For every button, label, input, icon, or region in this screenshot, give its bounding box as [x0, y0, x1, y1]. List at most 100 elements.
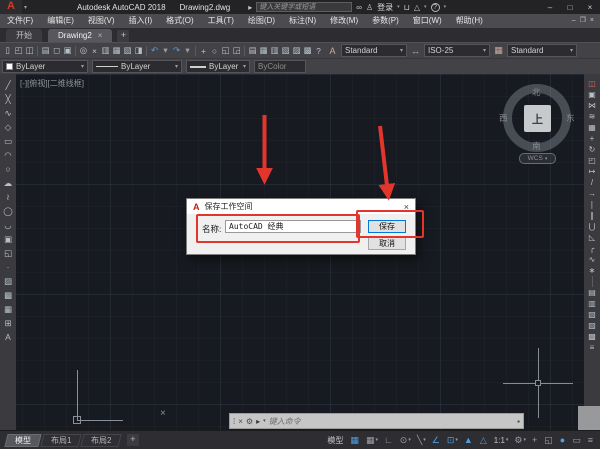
menu-item[interactable]: 视图(V)	[81, 14, 122, 28]
redo-icon[interactable]: ↷	[171, 45, 182, 57]
help-search-input[interactable]	[256, 2, 352, 12]
stretch-icon[interactable]: ↦	[587, 166, 598, 177]
object-snap-icon[interactable]: ⊡ ▾	[445, 434, 460, 447]
separator[interactable]	[244, 46, 245, 56]
viewcube-south-label[interactable]: 南	[532, 140, 541, 152]
model-space-toggle[interactable]: 模型	[325, 434, 346, 447]
break-at-point-icon[interactable]: ∣	[587, 199, 598, 210]
send-under-icon[interactable]: ▨	[587, 320, 598, 331]
new-tab-button[interactable]: +	[117, 30, 129, 42]
model-space-canvas[interactable]: [-][俯视][二维线框] ╱╳∿◇▭◠○☁≀◯◡▣◱∙▨▩▦⊞A ◫▣⋈≋▦+…	[0, 74, 600, 430]
viewport-controls-label[interactable]: [-][俯视][二维线框]	[20, 78, 84, 89]
offset-icon[interactable]: ≋	[587, 111, 598, 122]
circle-icon[interactable]: ○	[3, 162, 14, 176]
dim-style-combo[interactable]: ISO-25▾	[424, 44, 490, 57]
tab-layout1[interactable]: 布局1	[40, 434, 82, 447]
signin-caret[interactable]: ▾	[397, 4, 400, 10]
erase-icon[interactable]: ◫	[587, 78, 598, 89]
etransmit-icon[interactable]: ◎	[78, 45, 89, 57]
revision-cloud-icon[interactable]: ☁	[3, 176, 14, 190]
bring-to-front-icon[interactable]: ▤	[587, 287, 598, 298]
table-style-icon[interactable]: ▦	[492, 45, 505, 56]
zoom-previous-icon[interactable]: ◲	[231, 45, 242, 57]
viewcube-west-label[interactable]: 西	[499, 112, 508, 124]
menu-item[interactable]: 绘图(D)	[241, 14, 282, 28]
break-icon[interactable]: ∥	[587, 210, 598, 221]
search-expand-icon[interactable]: ▸	[248, 3, 252, 12]
hatch-icon[interactable]: ▨	[3, 274, 14, 288]
insert-block-icon[interactable]: ▣	[3, 232, 14, 246]
file-open-icon[interactable]: ◰	[13, 45, 24, 57]
viewcube-wcs-button[interactable]: WCS▾	[519, 153, 556, 164]
viewcube-top-face[interactable]: 上	[524, 105, 551, 132]
annotation-visibility-icon[interactable]: ▲	[462, 434, 476, 447]
gradient-icon[interactable]: ▩	[3, 288, 14, 302]
publish-icon[interactable]: ▣	[62, 45, 73, 57]
command-close-icon[interactable]: ×	[238, 417, 243, 426]
isolate-objects-icon[interactable]: ◱	[542, 434, 556, 447]
ortho-mode-icon[interactable]: ∟	[382, 434, 396, 447]
polar-tracking-icon[interactable]: ⊙ ▾	[398, 434, 413, 447]
menu-item[interactable]: 修改(M)	[323, 14, 365, 28]
scale-icon[interactable]: ◰	[587, 155, 598, 166]
plot-preview-icon[interactable]: ◻	[51, 45, 62, 57]
match-properties-icon[interactable]: ▧	[122, 45, 133, 57]
properties-palette-icon[interactable]: ▤	[247, 45, 258, 57]
command-history-caret[interactable]: ▾	[263, 418, 266, 424]
customization-icon[interactable]: ≡	[586, 434, 596, 447]
text-style-icon[interactable]: A	[326, 46, 339, 56]
tab-drawing2[interactable]: Drawing2 ×	[48, 29, 112, 42]
new-layout-button[interactable]: +	[127, 434, 139, 446]
color-combo[interactable]: ByLayer▾	[2, 60, 88, 73]
markup-set-manager-icon[interactable]: ▨	[291, 45, 302, 57]
table-style-combo[interactable]: Standard▾	[507, 44, 577, 57]
separator[interactable]	[146, 46, 147, 56]
application-menu-button[interactable]: A	[0, 0, 22, 14]
recent-commands-icon[interactable]: ▪	[517, 417, 520, 426]
block-editor-icon[interactable]: ◨	[133, 45, 144, 57]
hatch-to-back-icon[interactable]: ≡	[587, 342, 598, 353]
autodesk-apps-icon[interactable]: △	[414, 3, 420, 12]
point-icon[interactable]: ∙	[3, 260, 14, 274]
window-maximize-button[interactable]: □	[560, 1, 580, 14]
tab-model[interactable]: 模型	[4, 434, 41, 447]
command-line-bar[interactable]: ⁞ × ⚙ ▸ ▾ ▪	[229, 413, 524, 429]
search-binoculars-icon[interactable]: ∞	[356, 3, 362, 12]
chamfer-icon[interactable]: ◺	[587, 232, 598, 243]
doc-minimize-icon[interactable]: –	[572, 14, 576, 28]
arc-icon[interactable]: ◠	[3, 148, 14, 162]
menu-item[interactable]: 参数(P)	[365, 14, 406, 28]
spline-icon[interactable]: ≀	[3, 190, 14, 204]
dim-style-icon[interactable]: ↔	[409, 46, 422, 56]
separator[interactable]	[195, 46, 196, 56]
file-new-icon[interactable]: ▯	[2, 45, 13, 57]
copy-clip-icon[interactable]: ▥	[100, 45, 111, 57]
window-minimize-button[interactable]: –	[540, 1, 560, 14]
zoom-window-icon[interactable]: ◱	[220, 45, 231, 57]
line-icon[interactable]: ╱	[3, 78, 14, 92]
rectangle-icon[interactable]: ▭	[3, 134, 14, 148]
extend-icon[interactable]: →	[587, 188, 598, 199]
workspace-switching-icon[interactable]: ⚙ ▾	[512, 434, 528, 447]
multiline-text-icon[interactable]: A	[3, 330, 14, 344]
object-snap-tracking-icon[interactable]: ∠	[430, 434, 443, 447]
menu-item[interactable]: 插入(I)	[122, 14, 160, 28]
make-block-icon[interactable]: ◱	[3, 246, 14, 260]
quickcalc-icon[interactable]: ▩	[302, 45, 313, 57]
cut-icon[interactable]: ×	[89, 45, 100, 57]
help-icon[interactable]: ?	[431, 3, 440, 12]
cancel-button[interactable]: 取消	[368, 237, 406, 250]
ellipse-icon[interactable]: ◯	[3, 204, 14, 218]
ellipse-arc-icon[interactable]: ◡	[3, 218, 14, 232]
doc-restore-icon[interactable]: ❐	[580, 14, 586, 28]
plot-icon[interactable]: ▤	[40, 45, 51, 57]
annotation-scale-label[interactable]: 1:1 ▾	[492, 434, 511, 447]
polygon-icon[interactable]: ◇	[3, 120, 14, 134]
menu-item[interactable]: 文件(F)	[0, 14, 40, 28]
signin-person-icon[interactable]: ♙	[366, 3, 373, 12]
construction-line-icon[interactable]: ╳	[3, 92, 14, 106]
undo-icon[interactable]: ↶	[149, 45, 160, 57]
isometric-drafting-icon[interactable]: ╲ ▾	[415, 434, 428, 447]
doc-close-icon[interactable]: ×	[590, 14, 594, 28]
quick-access-toolbar-caret[interactable]: ▾	[24, 4, 27, 11]
